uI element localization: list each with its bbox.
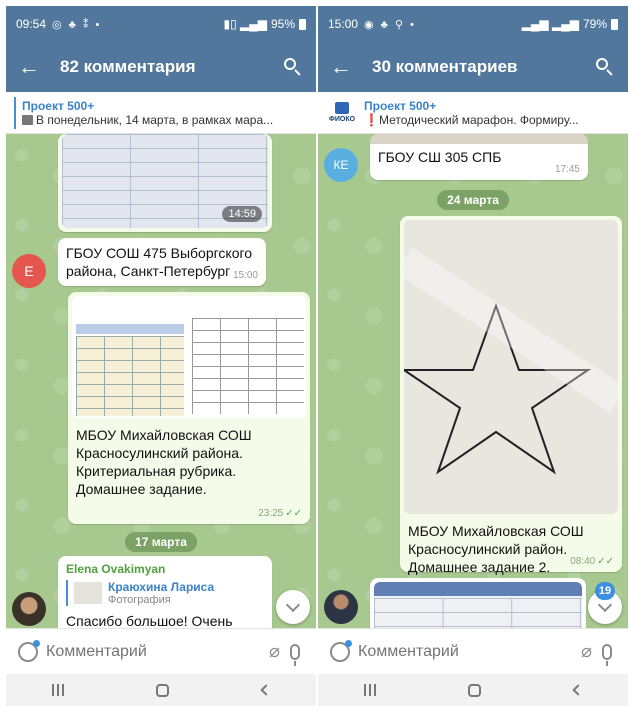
recents-icon[interactable] xyxy=(364,684,377,696)
message-time: 15:00 xyxy=(232,270,258,281)
reply-quote[interactable]: Краюхина Лариса Фотография xyxy=(66,580,264,606)
attach-icon[interactable]: ⌀ xyxy=(269,641,280,662)
recents-icon[interactable] xyxy=(52,684,65,696)
calendar-icon xyxy=(22,114,33,125)
sender-name: Elena Ovakimyan xyxy=(66,562,166,576)
message-text: МБОУ Михайловская СОШ Красносулинский ра… xyxy=(76,427,252,497)
comments-title: 30 комментариев xyxy=(372,57,518,76)
star-drawing-photo[interactable] xyxy=(404,220,618,514)
message-text: МБОУ Михайловская СОШ Красносулинский ра… xyxy=(408,523,584,575)
read-check-icon: ✓✓ xyxy=(285,508,302,519)
attach-icon[interactable]: ⌀ xyxy=(581,641,592,662)
mic-icon[interactable] xyxy=(602,643,612,666)
reply-message[interactable]: Elena Ovakimyan Краюхина Лариса Фотограф… xyxy=(58,556,272,628)
chevron-down-icon xyxy=(285,597,301,613)
pinned-post[interactable]: Проект 500+ В понедельник, 14 марта, в р… xyxy=(6,92,316,134)
pinned-title: Проект 500+ xyxy=(22,98,95,113)
emoji-icon[interactable] xyxy=(330,639,352,662)
photo-message[interactable] xyxy=(370,578,586,628)
photo-caption-message[interactable]: МБОУ Михайловская СОШ Красносулинский ра… xyxy=(68,292,310,524)
pinned-subtitle: В понедельник, 14 марта, в рамках мара..… xyxy=(36,112,274,127)
status-icons: ◉ ♣ ⚲ • xyxy=(364,18,416,31)
star-drawing xyxy=(404,247,618,475)
avatar[interactable] xyxy=(324,590,358,624)
status-time: 09:54 xyxy=(16,17,47,31)
document-photo[interactable]: 14:59 xyxy=(62,134,268,228)
battery-icon xyxy=(299,18,306,30)
left-screen: 09:54 ◎ ♣ ⁑ • ▮▯ ▂▄▆ 95% ← 82 комментари… xyxy=(6,6,316,706)
document-photo[interactable] xyxy=(374,582,582,628)
reply-thumbnail xyxy=(74,582,102,604)
signal-icon: ▮▯ ▂▄▆ xyxy=(223,17,267,31)
message-text: Спасибо большое! Очень xyxy=(66,613,233,628)
comments-title: 82 комментария xyxy=(60,57,196,76)
status-time: 15:00 xyxy=(328,17,359,31)
system-nav-bar xyxy=(6,674,316,706)
comment-input-bar: ⌀ xyxy=(318,628,628,674)
status-bar: 09:54 ◎ ♣ ⁑ • ▮▯ ▂▄▆ 95% xyxy=(6,6,316,42)
photo-caption-message[interactable]: МБОУ Михайловская СОШ Красносулинский ра… xyxy=(400,216,622,575)
app-bar: ← 30 комментариев xyxy=(318,42,628,92)
battery-label: 95% xyxy=(270,17,295,31)
date-separator: 17 марта xyxy=(125,532,197,552)
message-time: 23:25 xyxy=(258,508,284,519)
comments-feed[interactable]: 14:59 Е ГБОУ СОШ 475 Выборгского района,… xyxy=(6,134,316,628)
back-arrow-icon[interactable]: ← xyxy=(18,54,50,80)
message-time: 14:59 xyxy=(222,206,262,222)
battery-icon xyxy=(611,18,618,30)
text-message[interactable]: ГБОУ СШ 305 СПБ 17:45 xyxy=(370,134,588,180)
back-arrow-icon[interactable]: ← xyxy=(330,54,362,80)
message-time: 17:45 xyxy=(554,164,580,175)
photo-message[interactable]: 14:59 xyxy=(58,134,272,232)
scroll-down-button[interactable]: 19 xyxy=(588,582,622,624)
exclamation-icon: ❗ xyxy=(364,112,379,127)
home-icon[interactable] xyxy=(468,683,482,697)
avatar[interactable] xyxy=(12,592,46,626)
app-bar: ← 82 комментария xyxy=(6,42,316,92)
home-icon[interactable] xyxy=(156,683,170,697)
avatar[interactable]: Е xyxy=(12,254,46,288)
reply-type: Фотография xyxy=(108,594,171,606)
chevron-down-icon xyxy=(597,597,613,613)
back-icon[interactable] xyxy=(260,684,272,696)
back-icon[interactable] xyxy=(572,684,584,696)
pinned-post[interactable]: ФИОКО Проект 500+ ❗Методический марафон.… xyxy=(318,92,628,134)
channel-logo: ФИОКО xyxy=(326,98,358,128)
rubric-photo[interactable] xyxy=(72,296,306,418)
comments-feed[interactable]: КЕ ГБОУ СШ 305 СПБ 17:45 24 марта МБОУ М… xyxy=(318,134,628,628)
scroll-down-button[interactable] xyxy=(276,590,310,624)
right-screen: 15:00 ◉ ♣ ⚲ • ▂▄▆ ▂▄▆ 79% ← 30 комментар… xyxy=(318,6,628,706)
status-icons: ◎ ♣ ⁑ • xyxy=(52,18,102,31)
emoji-icon[interactable] xyxy=(18,639,40,662)
system-nav-bar xyxy=(318,674,628,706)
search-icon[interactable] xyxy=(594,56,616,78)
status-bar: 15:00 ◉ ♣ ⚲ • ▂▄▆ ▂▄▆ 79% xyxy=(318,6,628,42)
reply-author: Краюхина Лариса xyxy=(108,580,215,594)
comment-input-bar: ⌀ xyxy=(6,628,316,674)
comment-input[interactable] xyxy=(46,642,260,661)
pinned-title: Проект 500+ xyxy=(364,98,437,113)
battery-label: 79% xyxy=(582,17,607,31)
avatar[interactable]: КЕ xyxy=(324,148,358,182)
pinned-subtitle: Методический марафон. Формиру... xyxy=(378,112,579,127)
comment-input[interactable] xyxy=(358,642,572,661)
read-check-icon: ✓✓ xyxy=(597,556,614,567)
text-message[interactable]: ГБОУ СОШ 475 Выборгского района, Санкт-П… xyxy=(58,238,266,286)
signal-icon: ▂▄▆ ▂▄▆ xyxy=(521,17,579,31)
date-separator: 24 марта xyxy=(437,190,509,210)
message-time: 08:40 xyxy=(570,556,596,567)
search-icon[interactable] xyxy=(282,56,304,78)
mic-icon[interactable] xyxy=(290,643,300,666)
